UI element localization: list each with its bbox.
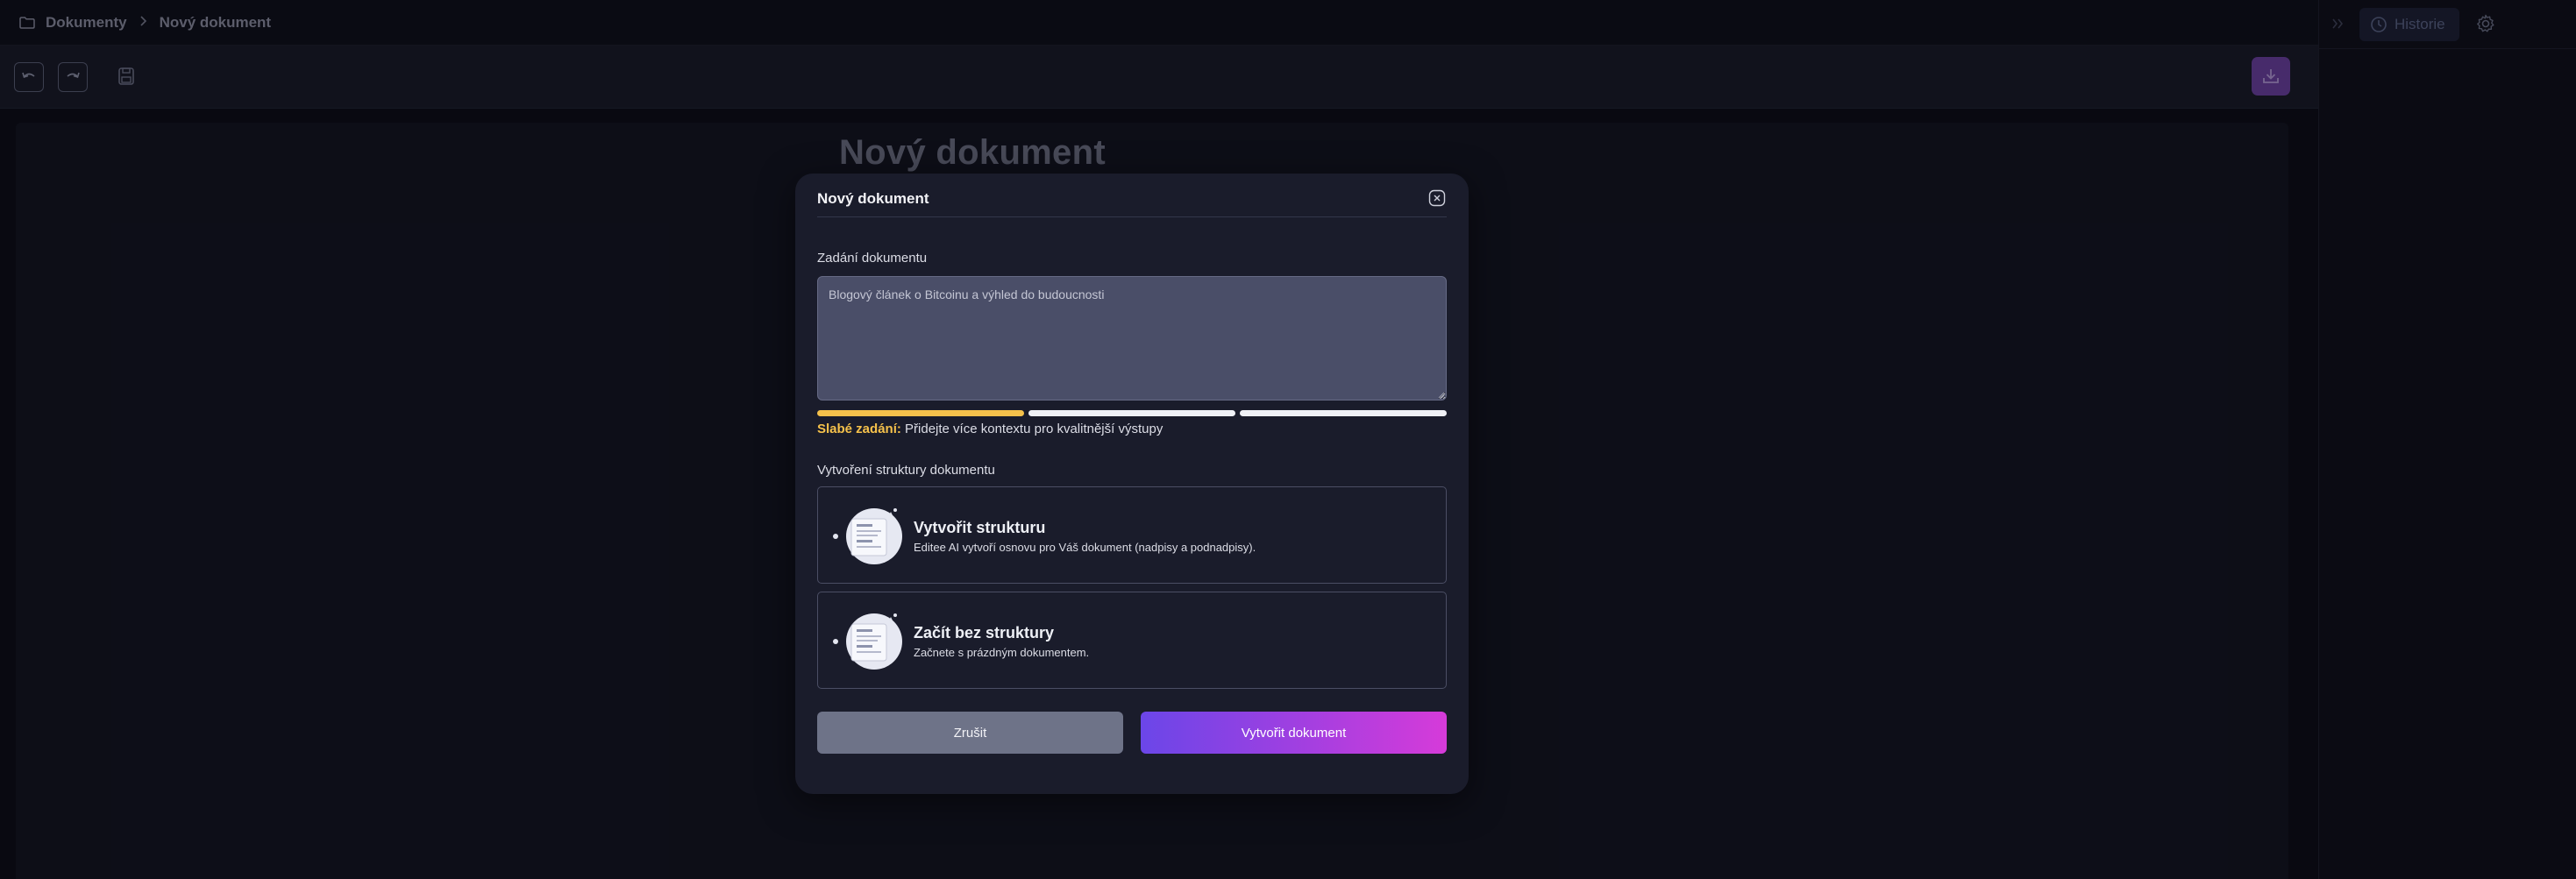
document-outline-icon bbox=[833, 508, 902, 564]
option-title: Začít bez struktury bbox=[914, 624, 1055, 642]
strength-level: Slabé zadání: bbox=[817, 422, 901, 436]
modal-title: Nový dokument bbox=[817, 190, 929, 207]
new-document-modal: Nový dokument Zadání dokumentu Blogový č… bbox=[795, 174, 1469, 794]
close-icon bbox=[1428, 189, 1446, 207]
close-button[interactable] bbox=[1427, 188, 1447, 208]
structure-label: Vytvoření struktury dokumentu bbox=[817, 463, 995, 478]
option-title: Vytvořit strukturu bbox=[914, 519, 1046, 536]
strength-hint: Přidejte více kontextu pro kvalitnější v… bbox=[900, 422, 1163, 436]
strength-message: Slabé zadání: Přidejte více kontextu pro… bbox=[817, 422, 1163, 436]
option-create-structure[interactable]: Vytvořit strukturu Editee AI vytvoří osn… bbox=[817, 486, 1447, 584]
prompt-textarea[interactable]: Blogový článek o Bitcoinu a výhled do bu… bbox=[817, 276, 1447, 401]
option-no-structure[interactable]: Začít bez struktury Začnete s prázdným d… bbox=[817, 592, 1447, 689]
option-description: Začnete s prázdným dokumentem. bbox=[914, 646, 1090, 659]
resize-handle-icon[interactable] bbox=[1436, 390, 1445, 399]
strength-segment bbox=[1028, 410, 1235, 416]
cancel-button[interactable]: Zrušit bbox=[817, 712, 1123, 754]
modal-divider bbox=[817, 216, 1447, 217]
option-description: Editee AI vytvoří osnovu pro Váš dokumen… bbox=[914, 541, 1256, 554]
prompt-strength-meter bbox=[817, 410, 1447, 416]
strength-segment bbox=[817, 410, 1024, 416]
create-document-button[interactable]: Vytvořit dokument bbox=[1141, 712, 1447, 754]
blank-document-icon bbox=[833, 613, 902, 670]
prompt-label: Zadání dokumentu bbox=[817, 251, 928, 266]
strength-segment bbox=[1240, 410, 1447, 416]
